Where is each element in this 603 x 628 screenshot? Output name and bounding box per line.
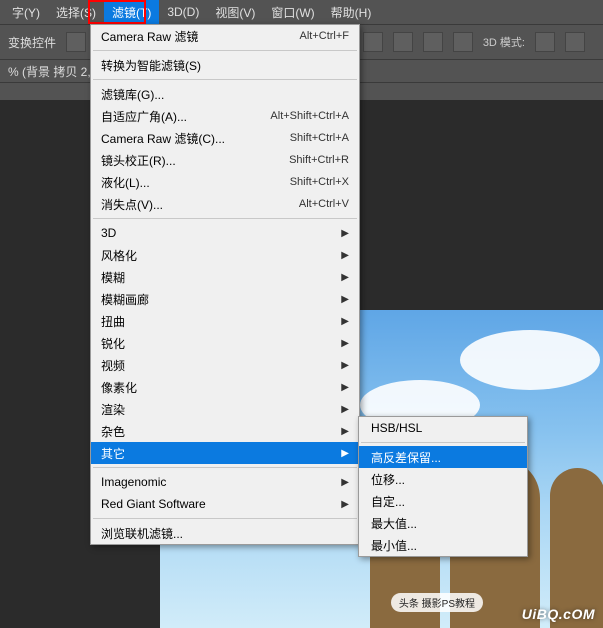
watermark-text: UiBQ.cOM xyxy=(522,606,595,622)
align-icon[interactable] xyxy=(66,32,86,52)
chevron-right-icon: ▶ xyxy=(341,499,349,510)
menu-item-blur[interactable]: 模糊▶ xyxy=(91,266,359,288)
chevron-right-icon: ▶ xyxy=(341,228,349,239)
menu-item-blur-gallery[interactable]: 模糊画廊▶ xyxy=(91,288,359,310)
chevron-right-icon: ▶ xyxy=(341,360,349,371)
submenu-item-custom[interactable]: 自定... xyxy=(359,490,527,512)
tool-icon-2[interactable] xyxy=(393,32,413,52)
menu-item-convert-smart[interactable]: 转换为智能滤镜(S) xyxy=(91,54,359,76)
3d-mode-icon-1[interactable] xyxy=(535,32,555,52)
chevron-right-icon: ▶ xyxy=(341,316,349,327)
menu-item-adaptive-wide-angle[interactable]: 自适应广角(A)...Alt+Shift+Ctrl+A xyxy=(91,105,359,127)
tool-icon-4[interactable] xyxy=(453,32,473,52)
chevron-right-icon: ▶ xyxy=(341,294,349,305)
transform-controls-label: 变换控件 xyxy=(8,34,56,51)
chevron-right-icon: ▶ xyxy=(341,250,349,261)
menu-item-vanishing-point[interactable]: 消失点(V)...Alt+Ctrl+V xyxy=(91,193,359,215)
menu-item-filter-gallery[interactable]: 滤镜库(G)... xyxy=(91,83,359,105)
menu-separator xyxy=(93,218,357,219)
submenu-item-maximum[interactable]: 最大值... xyxy=(359,512,527,534)
menu-item-camera-raw[interactable]: Camera Raw 滤镜(C)...Shift+Ctrl+A xyxy=(91,127,359,149)
menu-type[interactable]: 字(Y) xyxy=(4,0,48,25)
submenu-item-hsb-hsl[interactable]: HSB/HSL xyxy=(359,417,527,439)
watermark-badge: 头条 摄影PS教程 xyxy=(391,593,483,612)
menu-item-liquify[interactable]: 液化(L)...Shift+Ctrl+X xyxy=(91,171,359,193)
menu-separator xyxy=(93,79,357,80)
submenu-item-offset[interactable]: 位移... xyxy=(359,468,527,490)
menu-item-imagenomic[interactable]: Imagenomic▶ xyxy=(91,471,359,493)
menu-item-last-filter[interactable]: Camera Raw 滤镜Alt+Ctrl+F xyxy=(91,25,359,47)
menu-separator xyxy=(93,518,357,519)
chevron-right-icon: ▶ xyxy=(341,272,349,283)
chevron-right-icon: ▶ xyxy=(341,426,349,437)
other-submenu: HSB/HSL 高反差保留... 位移... 自定... 最大值... 最小值.… xyxy=(358,416,528,557)
menu-item-pixelate[interactable]: 像素化▶ xyxy=(91,376,359,398)
document-tab-label[interactable]: % (背景 拷贝 2, F xyxy=(8,63,101,80)
menu-filter[interactable]: 滤镜(T) xyxy=(104,0,159,25)
menu-item-other[interactable]: 其它▶ xyxy=(91,442,359,464)
menu-item-noise[interactable]: 杂色▶ xyxy=(91,420,359,442)
menu-item-sharpen[interactable]: 锐化▶ xyxy=(91,332,359,354)
chevron-right-icon: ▶ xyxy=(341,448,349,459)
menu-separator xyxy=(93,50,357,51)
chevron-right-icon: ▶ xyxy=(341,477,349,488)
menu-item-3d[interactable]: 3D▶ xyxy=(91,222,359,244)
menu-window[interactable]: 窗口(W) xyxy=(263,0,322,25)
menu-item-render[interactable]: 渲染▶ xyxy=(91,398,359,420)
submenu-item-minimum[interactable]: 最小值... xyxy=(359,534,527,556)
chevron-right-icon: ▶ xyxy=(341,338,349,349)
menu-item-browse-online[interactable]: 浏览联机滤镜... xyxy=(91,522,359,544)
chevron-right-icon: ▶ xyxy=(341,404,349,415)
menu-item-red-giant[interactable]: Red Giant Software▶ xyxy=(91,493,359,515)
tool-icon-3[interactable] xyxy=(423,32,443,52)
menu-item-stylize[interactable]: 风格化▶ xyxy=(91,244,359,266)
3d-mode-label: 3D 模式: xyxy=(483,34,525,50)
tool-icon-1[interactable] xyxy=(363,32,383,52)
menu-3d[interactable]: 3D(D) xyxy=(159,1,207,23)
menu-item-lens-correction[interactable]: 镜头校正(R)...Shift+Ctrl+R xyxy=(91,149,359,171)
menu-item-video[interactable]: 视频▶ xyxy=(91,354,359,376)
chevron-right-icon: ▶ xyxy=(341,382,349,393)
menu-help[interactable]: 帮助(H) xyxy=(323,0,380,25)
menu-view[interactable]: 视图(V) xyxy=(207,0,263,25)
menu-separator xyxy=(93,467,357,468)
menu-select[interactable]: 选择(S) xyxy=(48,0,104,25)
menu-separator xyxy=(361,442,525,443)
3d-mode-icon-2[interactable] xyxy=(565,32,585,52)
menubar: 字(Y) 选择(S) 滤镜(T) 3D(D) 视图(V) 窗口(W) 帮助(H) xyxy=(0,0,603,24)
filter-menu-dropdown: Camera Raw 滤镜Alt+Ctrl+F 转换为智能滤镜(S) 滤镜库(G… xyxy=(90,24,360,545)
submenu-item-high-pass[interactable]: 高反差保留... xyxy=(359,446,527,468)
menu-item-distort[interactable]: 扭曲▶ xyxy=(91,310,359,332)
